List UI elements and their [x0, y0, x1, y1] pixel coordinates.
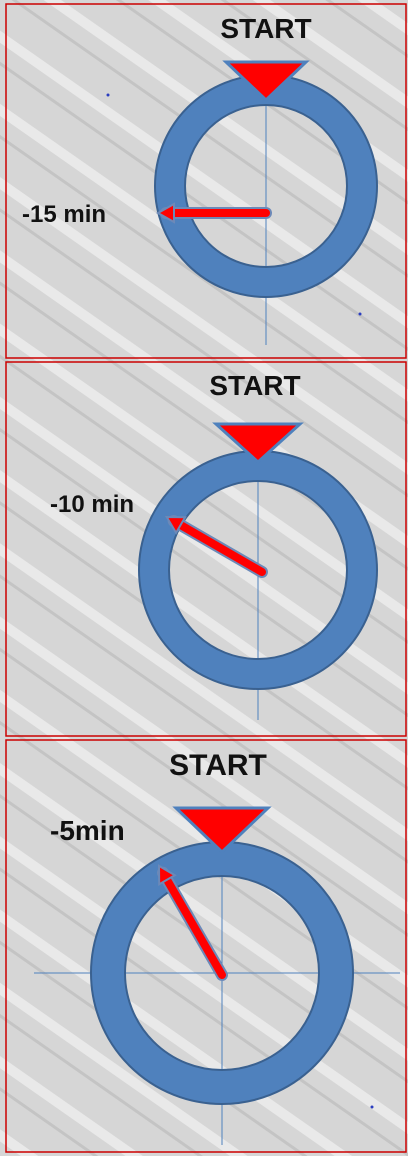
countdown-diagram: START -15 min START -10 min START -5min	[0, 0, 408, 1156]
dot	[370, 1105, 374, 1109]
start-label: START	[209, 370, 300, 401]
dot	[358, 312, 362, 316]
countdown-clocks: START -15 min START -10 min START -5min	[0, 0, 408, 1156]
time-label: -10 min	[50, 491, 134, 518]
dot	[106, 93, 110, 97]
time-label: -5min	[50, 815, 125, 846]
time-label: -15 min	[22, 201, 106, 228]
start-label: START	[169, 749, 267, 782]
start-label: START	[220, 13, 311, 44]
